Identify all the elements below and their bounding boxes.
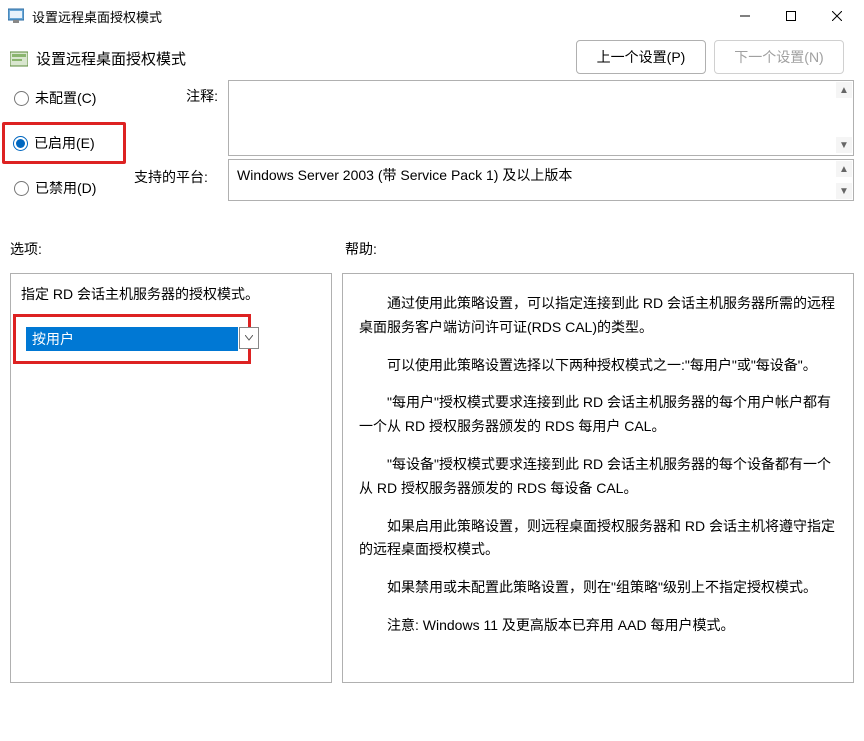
next-setting-button: 下一个设置(N): [714, 40, 844, 74]
help-paragraph: 通过使用此策略设置，可以指定连接到此 RD 会话主机服务器所需的远程桌面服务客户…: [359, 292, 837, 340]
scroll-down-icon[interactable]: ▼: [836, 137, 852, 153]
close-button[interactable]: [814, 0, 860, 32]
content-area: 设置远程桌面授权模式 上一个设置(P) 下一个设置(N) 未配置(C) 已启用(…: [0, 32, 864, 683]
radio-not-configured-label: 未配置(C): [35, 88, 96, 108]
app-icon: [8, 8, 24, 24]
section-labels: 选项: 帮助:: [10, 239, 854, 259]
policy-icon: [10, 50, 28, 68]
mode-select-highlight: 按用户: [13, 314, 251, 364]
window-title: 设置远程桌面授权模式: [32, 7, 722, 26]
header-left: 设置远程桌面授权模式: [10, 40, 186, 69]
lower-panels: 指定 RD 会话主机服务器的授权模式。 按用户 通过使用此策略设置，可以指定连接…: [10, 273, 854, 683]
scroll-up-icon[interactable]: ▲: [836, 82, 852, 98]
help-paragraph: 如果启用此策略设置，则远程桌面授权服务器和 RD 会话主机将遵守指定的远程桌面授…: [359, 515, 837, 563]
platform-value: Windows Server 2003 (带 Service Pack 1) 及…: [228, 159, 854, 201]
header-row: 设置远程桌面授权模式 上一个设置(P) 下一个设置(N): [10, 40, 854, 74]
radio-not-configured[interactable]: 未配置(C): [10, 86, 150, 110]
help-paragraph: 如果禁用或未配置此策略设置，则在"组策略"级别上不指定授权模式。: [359, 576, 837, 600]
nav-buttons: 上一个设置(P) 下一个设置(N): [576, 40, 854, 74]
comment-label: 注释:: [154, 80, 224, 159]
titlebar: 设置远程桌面授权模式: [0, 0, 864, 32]
scroll-down-icon[interactable]: ▼: [836, 183, 852, 199]
radio-disabled[interactable]: 已禁用(D): [10, 176, 150, 200]
radio-disabled-label: 已禁用(D): [35, 178, 96, 198]
help-paragraph: 注意: Windows 11 及更高版本已弃用 AAD 每用户模式。: [359, 614, 837, 638]
platform-label: 支持的平台:: [154, 159, 224, 201]
options-mode-title: 指定 RD 会话主机服务器的授权模式。: [21, 284, 321, 304]
state-radios: 未配置(C) 已启用(E) 已禁用(D): [10, 80, 150, 201]
prev-setting-button[interactable]: 上一个设置(P): [576, 40, 706, 74]
options-panel: 指定 RD 会话主机服务器的授权模式。 按用户: [10, 273, 332, 683]
help-section-label: 帮助:: [345, 239, 854, 259]
window-controls: [722, 0, 860, 32]
radio-not-configured-input[interactable]: [14, 91, 29, 106]
radio-enabled-label: 已启用(E): [34, 133, 95, 153]
help-paragraph: "每设备"授权模式要求连接到此 RD 会话主机服务器的每个设备都有一个从 RD …: [359, 453, 837, 501]
top-grid: 未配置(C) 已启用(E) 已禁用(D) 注释: ▲ ▼ 支持的平台: Wind…: [10, 80, 854, 201]
minimize-button[interactable]: [722, 0, 768, 32]
options-section-label: 选项:: [10, 239, 345, 259]
radio-disabled-input[interactable]: [14, 181, 29, 196]
mode-select-value: 按用户: [32, 329, 74, 349]
platform-box-wrap: Windows Server 2003 (带 Service Pack 1) 及…: [228, 159, 854, 201]
chevron-down-icon[interactable]: [239, 327, 259, 349]
scroll-up-icon[interactable]: ▲: [836, 161, 852, 177]
help-paragraph: "每用户"授权模式要求连接到此 RD 会话主机服务器的每个用户帐户都有一个从 R…: [359, 391, 837, 439]
mode-select[interactable]: 按用户: [26, 327, 238, 351]
page-title: 设置远程桌面授权模式: [36, 48, 186, 69]
help-panel: 通过使用此策略设置，可以指定连接到此 RD 会话主机服务器所需的远程桌面服务客户…: [342, 273, 854, 683]
help-paragraph: 可以使用此策略设置选择以下两种授权模式之一:"每用户"或"每设备"。: [359, 354, 837, 378]
comment-box-wrap: ▲ ▼: [228, 80, 854, 159]
comment-textarea[interactable]: [228, 80, 854, 156]
maximize-button[interactable]: [768, 0, 814, 32]
radio-enabled[interactable]: 已启用(E): [2, 122, 126, 164]
radio-enabled-input[interactable]: [13, 136, 28, 151]
